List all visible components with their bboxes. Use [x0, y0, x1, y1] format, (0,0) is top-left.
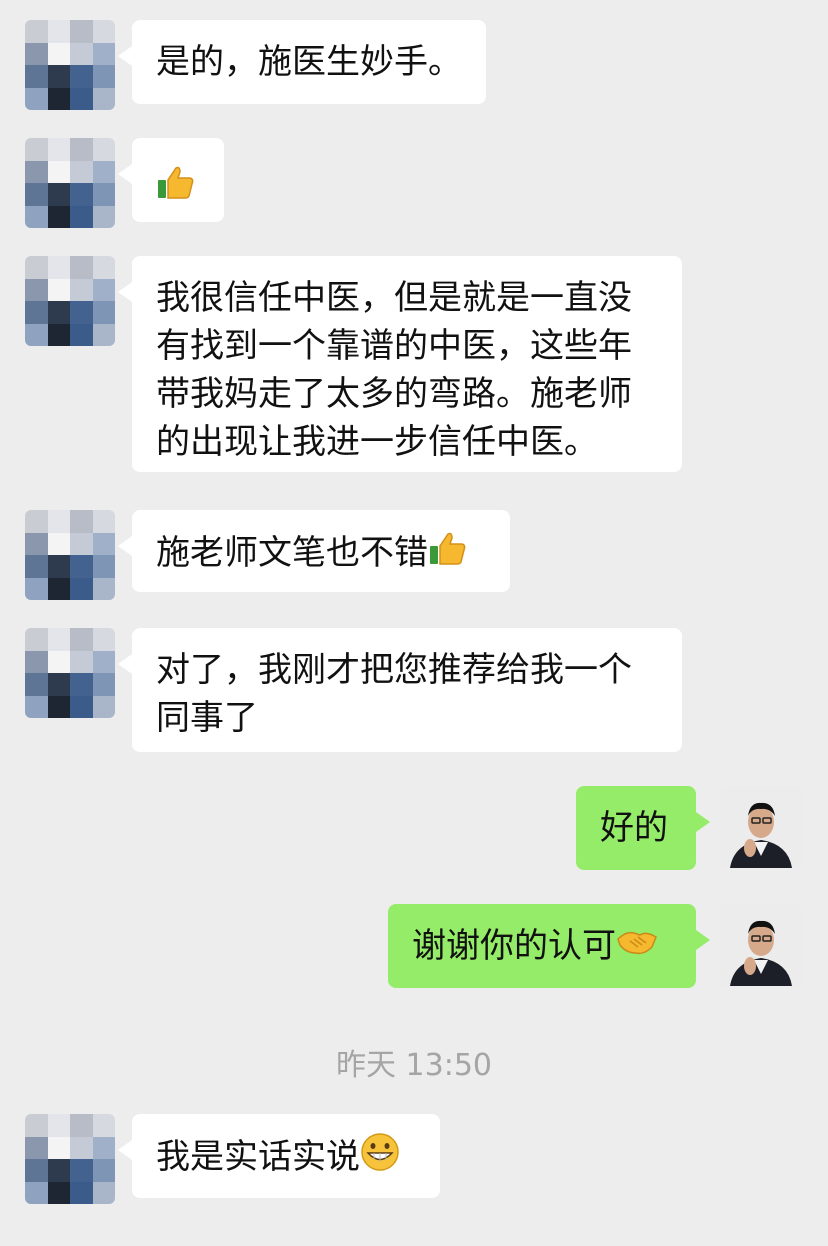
my-avatar[interactable]: [720, 786, 802, 868]
message-text-line: 我很信任中医，但是就是一直没: [156, 278, 632, 318]
contact-avatar[interactable]: [25, 138, 115, 228]
message-text: 我是实话实说: [156, 1137, 360, 1177]
incoming-message-bubble[interactable]: 对了，我刚才把您推荐给我一个 同事了: [118, 628, 682, 752]
message-text: 是的，施医生妙手。: [156, 42, 462, 82]
incoming-message-bubble[interactable]: [118, 138, 224, 222]
incoming-message-bubble[interactable]: 我很信任中医，但是就是一直没 有找到一个靠谱的中医，这些年 带我妈走了太多的弯路…: [118, 256, 682, 472]
thumbs-up-icon: [156, 162, 196, 215]
message-text-line: 的出现让我进一步信任中医。: [156, 422, 598, 462]
outgoing-message-bubble[interactable]: 谢谢你的认可: [388, 904, 710, 988]
incoming-message-bubble[interactable]: 施老师文笔也不错: [118, 510, 510, 592]
handshake-icon: [616, 923, 658, 972]
grinning-face-icon: [360, 1132, 400, 1185]
message-text: 谢谢你的认可: [412, 926, 616, 966]
message-text-line: 带我妈走了太多的弯路。施老师: [156, 374, 632, 414]
chat-timestamp: 昨天 13:50: [336, 1048, 492, 1083]
message-text-line: 有找到一个靠谱的中医，这些年: [156, 326, 632, 366]
contact-avatar[interactable]: [25, 256, 115, 346]
message-text: 好的: [600, 808, 668, 848]
contact-avatar[interactable]: [25, 510, 115, 600]
thumbs-up-icon: [428, 528, 468, 581]
contact-avatar[interactable]: [25, 20, 115, 110]
contact-avatar[interactable]: [25, 628, 115, 718]
outgoing-message-bubble[interactable]: 好的: [576, 786, 710, 870]
message-text: 施老师文笔也不错: [156, 533, 428, 573]
incoming-message-bubble[interactable]: 是的，施医生妙手。: [118, 20, 486, 104]
message-text-line: 对了，我刚才把您推荐给我一个: [156, 650, 632, 690]
message-text-line: 同事了: [156, 698, 258, 738]
my-avatar[interactable]: [720, 904, 802, 986]
incoming-message-bubble[interactable]: 我是实话实说: [118, 1114, 440, 1198]
contact-avatar[interactable]: [25, 1114, 115, 1204]
